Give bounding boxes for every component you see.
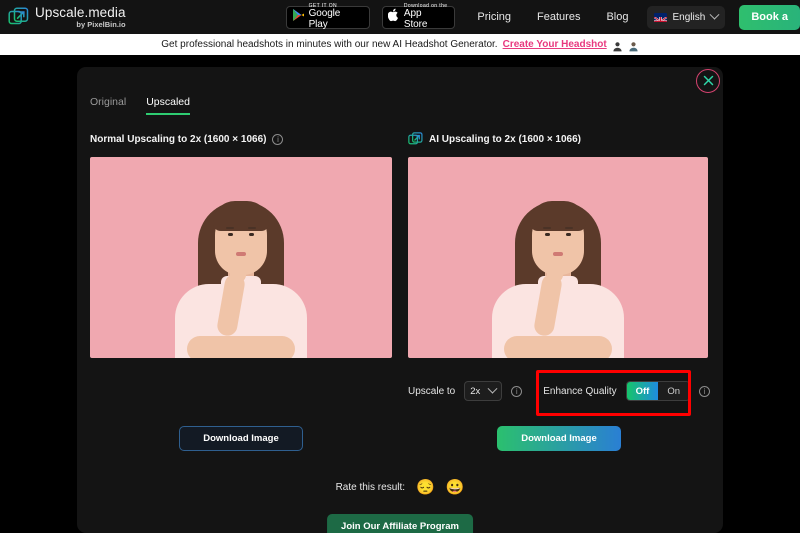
- google-play-badge[interactable]: GET IT ON Google Play: [285, 3, 370, 30]
- chevron-down-icon: [487, 383, 498, 394]
- close-x-icon: [703, 74, 714, 89]
- upscale-factor-value: 2x: [470, 385, 481, 397]
- google-play-bottom-label: Google Play: [308, 8, 341, 30]
- brand-title: Upscale.media: [35, 4, 126, 20]
- brand-logo[interactable]: Upscale.media by PixelBin.io: [0, 4, 126, 29]
- enhance-quality-label: Enhance Quality: [543, 385, 617, 397]
- enhance-quality-on-option[interactable]: On: [658, 382, 689, 400]
- close-modal-button[interactable]: [696, 69, 720, 93]
- info-icon[interactable]: i: [272, 133, 284, 145]
- info-icon[interactable]: i: [699, 385, 710, 397]
- ai-upscaled-image: [408, 157, 708, 358]
- rate-result-label: Rate this result:: [335, 482, 406, 493]
- upscale-result-modal: Original Upscaled Normal Upscaling to 2x…: [77, 67, 723, 533]
- download-normal-image-button[interactable]: Download Image: [179, 426, 303, 451]
- affiliate-program-button[interactable]: Join Our Affiliate Program: [327, 514, 473, 533]
- app-root: Upscale.media by PixelBin.io GET IT ON G…: [0, 0, 800, 533]
- chevron-down-icon: [709, 9, 720, 20]
- promo-banner-text: Get professional headshots in minutes wi…: [161, 39, 498, 50]
- normal-upscaling-panel: Normal Upscaling to 2x (1600 × 1066) i D…: [90, 130, 392, 451]
- apple-icon: [387, 8, 400, 27]
- ai-upscaling-panel: AI Upscaling to 2x (1600 × 1066) Upscale…: [408, 130, 710, 451]
- rate-negative-emoji[interactable]: 😔: [416, 480, 435, 495]
- download-ai-image-button[interactable]: Download Image: [497, 426, 621, 451]
- ai-controls-row: Upscale to 2x i Enhance Quality Off On i: [408, 378, 710, 404]
- uk-flag-icon: [653, 12, 667, 22]
- language-selector[interactable]: English: [646, 5, 726, 29]
- upscale-arrow-icon: [8, 6, 29, 28]
- create-headshot-link[interactable]: Create Your Headshot: [503, 39, 607, 50]
- ai-upscaling-title: AI Upscaling to 2x (1600 × 1066): [429, 133, 582, 145]
- upscale-arrow-icon: [408, 131, 423, 147]
- tab-upscaled[interactable]: Upscaled: [146, 96, 190, 115]
- comparison-columns: Normal Upscaling to 2x (1600 × 1066) i D…: [90, 130, 710, 451]
- nav-link-features[interactable]: Features: [537, 11, 580, 23]
- book-a-demo-button[interactable]: Book a: [739, 4, 800, 30]
- enhance-quality-off-option[interactable]: Off: [626, 382, 659, 400]
- avatar-icon-1: [612, 39, 623, 52]
- rating-section: Rate this result: 😔 😀: [77, 480, 723, 495]
- promo-banner: Get professional headshots in minutes wi…: [0, 34, 800, 55]
- app-store-bottom-label: App Store: [403, 8, 428, 30]
- upscale-factor-select[interactable]: 2x: [464, 381, 503, 401]
- google-play-icon: [292, 8, 305, 27]
- info-icon[interactable]: i: [511, 385, 523, 397]
- result-tabs: Original Upscaled: [90, 96, 190, 115]
- tab-original[interactable]: Original: [90, 96, 126, 115]
- brand-subtitle: by PixelBin.io: [76, 20, 126, 29]
- nav-link-pricing[interactable]: Pricing: [477, 11, 511, 23]
- normal-upscaling-title: Normal Upscaling to 2x (1600 × 1066): [90, 133, 267, 145]
- app-store-badge[interactable]: Download on the App Store: [381, 3, 456, 30]
- nav-link-blog[interactable]: Blog: [606, 11, 628, 23]
- normal-upscaled-image: [90, 157, 392, 358]
- language-label: English: [672, 11, 706, 23]
- rate-positive-emoji[interactable]: 😀: [446, 480, 465, 495]
- enhance-quality-toggle[interactable]: Off On: [625, 381, 690, 401]
- top-navigation-bar: Upscale.media by PixelBin.io GET IT ON G…: [0, 0, 800, 34]
- upscale-to-label: Upscale to: [408, 385, 456, 397]
- avatar-icon-2: [628, 39, 639, 52]
